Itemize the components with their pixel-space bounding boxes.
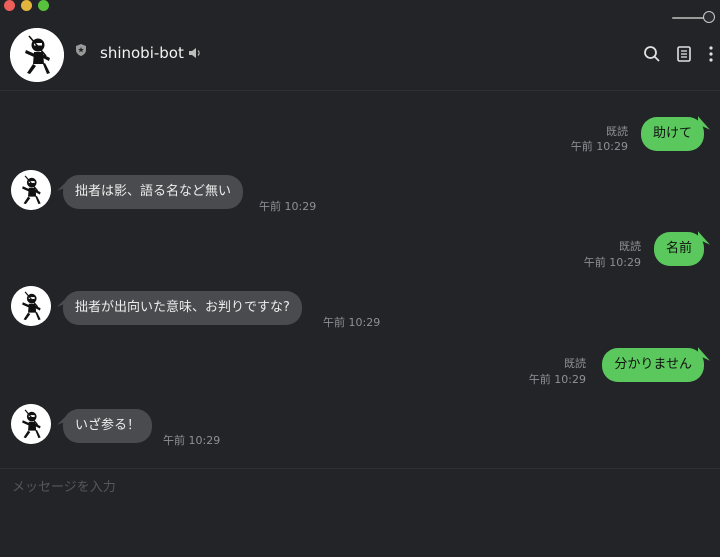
window-maximize-button[interactable] [38,0,49,11]
opacity-slider-knob[interactable] [703,11,715,23]
message-input-placeholder[interactable]: メッセージを入力 [12,476,116,495]
message-time: 午前 10:29 [163,434,221,447]
outgoing-message[interactable]: 名前 [653,232,704,266]
bot-avatar-small[interactable] [11,404,51,444]
ninja-avatar-icon [10,28,64,82]
read-receipt: 既読 [564,357,586,370]
read-receipt: 既読 [606,125,628,138]
ninja-avatar-icon [11,404,51,444]
outgoing-message[interactable]: 分かりません [602,348,704,382]
window-close-button[interactable] [4,0,15,11]
notes-icon[interactable] [675,45,693,63]
incoming-message[interactable]: 拙者が出向いた意味、お判りですな? [63,291,302,325]
message-time: 午前 10:29 [583,256,641,269]
incoming-message[interactable]: いざ参る！ [63,409,153,443]
outgoing-message[interactable]: 助けて [640,117,704,151]
message-time: 午前 10:29 [323,316,381,329]
message-time: 午前 10:29 [528,373,586,386]
message-time: 午前 10:29 [259,200,317,213]
header-divider [0,90,720,91]
search-icon[interactable] [643,45,661,63]
bot-avatar-small[interactable] [11,170,51,210]
bot-avatar[interactable] [10,28,64,82]
shield-icon [76,44,86,56]
window-controls [4,0,49,11]
read-receipt: 既読 [619,240,641,253]
ninja-avatar-icon [11,286,51,326]
more-icon[interactable] [702,45,720,63]
incoming-message[interactable]: 拙者は影、語る名など無い [63,175,244,209]
bot-avatar-small[interactable] [11,286,51,326]
message-time: 午前 10:29 [570,140,628,153]
window-minimize-button[interactable] [21,0,32,11]
chat-title: shinobi-bot [100,44,184,62]
ninja-avatar-icon [11,170,51,210]
speaker-icon[interactable] [188,47,202,59]
